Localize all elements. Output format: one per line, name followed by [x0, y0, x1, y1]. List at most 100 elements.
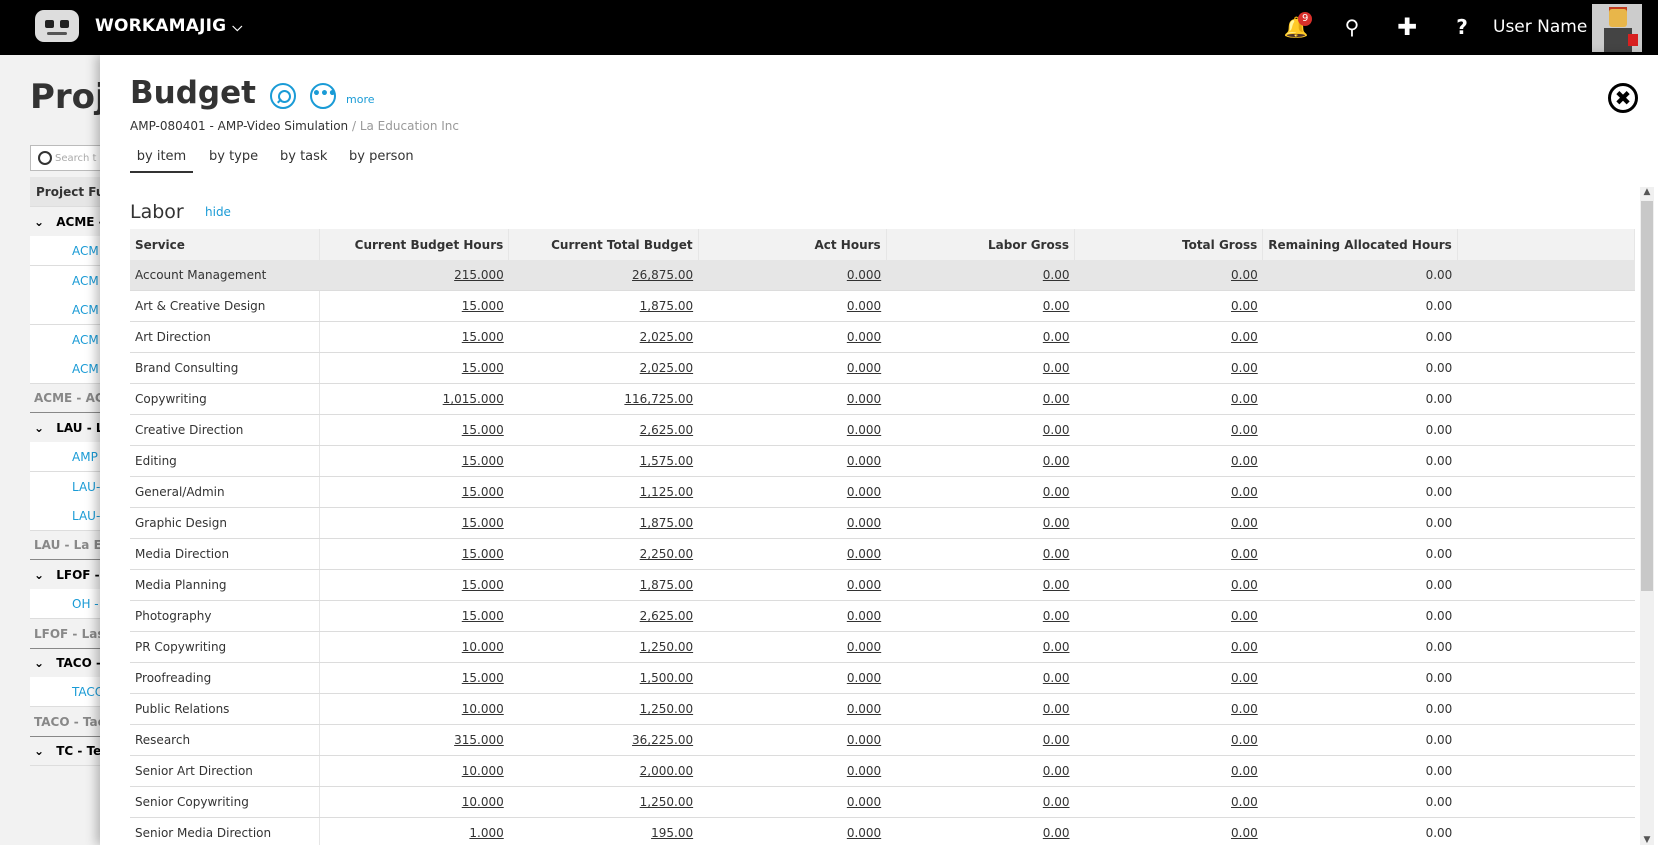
total-gross-link[interactable]: 0.00 [1231, 795, 1258, 809]
table-row[interactable]: Senior Art Direction 10.000 2,000.00 0.000 0… [130, 755, 1635, 787]
labor-gross-link[interactable]: 0.00 [1043, 299, 1070, 313]
labor-gross-link[interactable]: 0.00 [1043, 578, 1070, 592]
avatar[interactable] [1592, 4, 1642, 52]
act-hours-link[interactable]: 0.000 [847, 330, 881, 344]
background-project-link[interactable]: LAU- [30, 501, 110, 531]
current-total-budget-link[interactable]: 1,250.00 [640, 640, 693, 654]
chevron-down-icon[interactable]: ⌄ [34, 744, 48, 758]
close-icon[interactable]: ✖ [1608, 83, 1638, 113]
background-project-link[interactable]: ACM [30, 324, 110, 355]
column-header-remaining-allocated-hours[interactable]: Remaining Allocated Hours [1262, 229, 1458, 260]
user-name[interactable]: User Name [1493, 17, 1587, 37]
table-row[interactable]: Art Direction 15.000 2,025.00 0.000 0.00 0.00… [130, 321, 1635, 353]
column-header-act-hours[interactable]: Act Hours [698, 229, 887, 260]
total-gross-link[interactable]: 0.00 [1231, 361, 1258, 375]
act-hours-link[interactable]: 0.000 [847, 733, 881, 747]
table-row[interactable]: Senior Media Direction 1.000 195.00 0.000 0.… [130, 817, 1635, 845]
total-gross-link[interactable]: 0.00 [1231, 640, 1258, 654]
background-project-link[interactable]: ACM [30, 265, 110, 296]
current-budget-hours-link[interactable]: 1.000 [469, 826, 503, 840]
current-budget-hours-link[interactable]: 10.000 [462, 640, 504, 654]
act-hours-link[interactable]: 0.000 [847, 516, 881, 530]
labor-gross-link[interactable]: 0.00 [1043, 702, 1070, 716]
current-total-budget-link[interactable]: 1,125.00 [640, 485, 693, 499]
current-budget-hours-link[interactable]: 10.000 [462, 702, 504, 716]
current-total-budget-link[interactable]: 1,875.00 [640, 578, 693, 592]
table-row[interactable]: Proofreading 15.000 1,500.00 0.000 0.00 0.00 0… [130, 662, 1635, 694]
table-row[interactable]: Media Direction 15.000 2,250.00 0.000 0.00 0.… [130, 538, 1635, 570]
hide-section-link[interactable]: hide [205, 205, 231, 219]
current-total-budget-link[interactable]: 36,225.00 [632, 733, 693, 747]
labor-gross-link[interactable]: 0.00 [1043, 330, 1070, 344]
chevron-down-icon[interactable]: ⌄ [34, 421, 48, 435]
vertical-scrollbar[interactable]: ▲ ▼ [1640, 187, 1654, 845]
total-gross-link[interactable]: 0.00 [1231, 702, 1258, 716]
table-row[interactable]: Copywriting 1,015.000 116,725.00 0.000 0.00 0… [130, 383, 1635, 415]
current-total-budget-link[interactable]: 1,575.00 [640, 454, 693, 468]
current-budget-hours-link[interactable]: 15.000 [462, 423, 504, 437]
table-row[interactable]: Graphic Design 15.000 1,875.00 0.000 0.00 0.0… [130, 507, 1635, 539]
total-gross-link[interactable]: 0.00 [1231, 392, 1258, 406]
labor-gross-link[interactable]: 0.00 [1043, 392, 1070, 406]
labor-gross-link[interactable]: 0.00 [1043, 609, 1070, 623]
current-total-budget-link[interactable]: 1,875.00 [640, 299, 693, 313]
current-budget-hours-link[interactable]: 15.000 [462, 516, 504, 530]
act-hours-link[interactable]: 0.000 [847, 423, 881, 437]
search-icon[interactable] [270, 83, 296, 109]
background-client-group[interactable]: ⌄ LAU - La [30, 413, 110, 443]
chevron-down-icon[interactable]: ⌄ [34, 656, 48, 670]
background-project-link[interactable]: OH - [30, 589, 110, 620]
total-gross-link[interactable]: 0.00 [1231, 671, 1258, 685]
current-budget-hours-link[interactable]: 10.000 [462, 795, 504, 809]
background-client-group[interactable]: ⌄ TC - Tes [30, 736, 110, 767]
current-budget-hours-link[interactable]: 15.000 [462, 361, 504, 375]
labor-gross-link[interactable]: 0.00 [1043, 361, 1070, 375]
labor-gross-link[interactable]: 0.00 [1043, 640, 1070, 654]
current-total-budget-link[interactable]: 195.00 [651, 826, 693, 840]
current-budget-hours-link[interactable]: 15.000 [462, 299, 504, 313]
plus-icon[interactable]: ✚ [1394, 14, 1420, 40]
app-switcher[interactable]: WORKAMAJIG ⌵ [95, 16, 242, 36]
table-row[interactable]: General/Admin 15.000 1,125.00 0.000 0.00 0.00… [130, 476, 1635, 508]
act-hours-link[interactable]: 0.000 [847, 547, 881, 561]
background-project-link[interactable]: ACM [30, 236, 110, 267]
background-project-link[interactable]: LAU- [30, 471, 110, 502]
labor-gross-link[interactable]: 0.00 [1043, 423, 1070, 437]
background-client-group[interactable]: ⌄ LFOF - L [30, 560, 110, 590]
total-gross-link[interactable]: 0.00 [1231, 609, 1258, 623]
total-gross-link[interactable]: 0.00 [1231, 485, 1258, 499]
act-hours-link[interactable]: 0.000 [847, 392, 881, 406]
column-header-current-total-budget[interactable]: Current Total Budget [508, 229, 699, 260]
scrollbar-thumb[interactable] [1641, 201, 1653, 591]
total-gross-link[interactable]: 0.00 [1231, 547, 1258, 561]
table-row[interactable]: Senior Copywriting 10.000 1,250.00 0.000 0.0… [130, 786, 1635, 818]
table-row[interactable]: PR Copywriting 10.000 1,250.00 0.000 0.00 0.0… [130, 631, 1635, 663]
tab-by-type[interactable]: by type [209, 143, 258, 171]
current-budget-hours-link[interactable]: 15.000 [462, 578, 504, 592]
background-search-input[interactable]: Search t [30, 145, 110, 171]
search-icon[interactable]: ⚲ [1339, 14, 1365, 40]
total-gross-link[interactable]: 0.00 [1231, 423, 1258, 437]
table-row[interactable]: Research 315.000 36,225.00 0.000 0.00 0.00 0.0… [130, 724, 1635, 756]
labor-gross-link[interactable]: 0.00 [1043, 268, 1070, 282]
total-gross-link[interactable]: 0.00 [1231, 578, 1258, 592]
column-header-service[interactable]: Service [130, 229, 320, 260]
total-gross-link[interactable]: 0.00 [1231, 764, 1258, 778]
tab-by-item[interactable]: by item [130, 143, 193, 173]
table-row[interactable]: Editing 15.000 1,575.00 0.000 0.00 0.00 0.00 [130, 445, 1635, 477]
total-gross-link[interactable]: 0.00 [1231, 454, 1258, 468]
act-hours-link[interactable]: 0.000 [847, 361, 881, 375]
act-hours-link[interactable]: 0.000 [847, 485, 881, 499]
current-total-budget-link[interactable]: 1,500.00 [640, 671, 693, 685]
current-total-budget-link[interactable]: 2,250.00 [640, 547, 693, 561]
labor-gross-link[interactable]: 0.00 [1043, 826, 1070, 840]
act-hours-link[interactable]: 0.000 [847, 795, 881, 809]
act-hours-link[interactable]: 0.000 [847, 702, 881, 716]
current-budget-hours-link[interactable]: 1,015.000 [443, 392, 504, 406]
current-total-budget-link[interactable]: 1,250.00 [640, 795, 693, 809]
act-hours-link[interactable]: 0.000 [847, 454, 881, 468]
current-total-budget-link[interactable]: 1,875.00 [640, 516, 693, 530]
current-total-budget-link[interactable]: 2,000.00 [640, 764, 693, 778]
current-total-budget-link[interactable]: 116,725.00 [624, 392, 693, 406]
table-row[interactable]: Photography 15.000 2,625.00 0.000 0.00 0.00 0.… [130, 600, 1635, 632]
